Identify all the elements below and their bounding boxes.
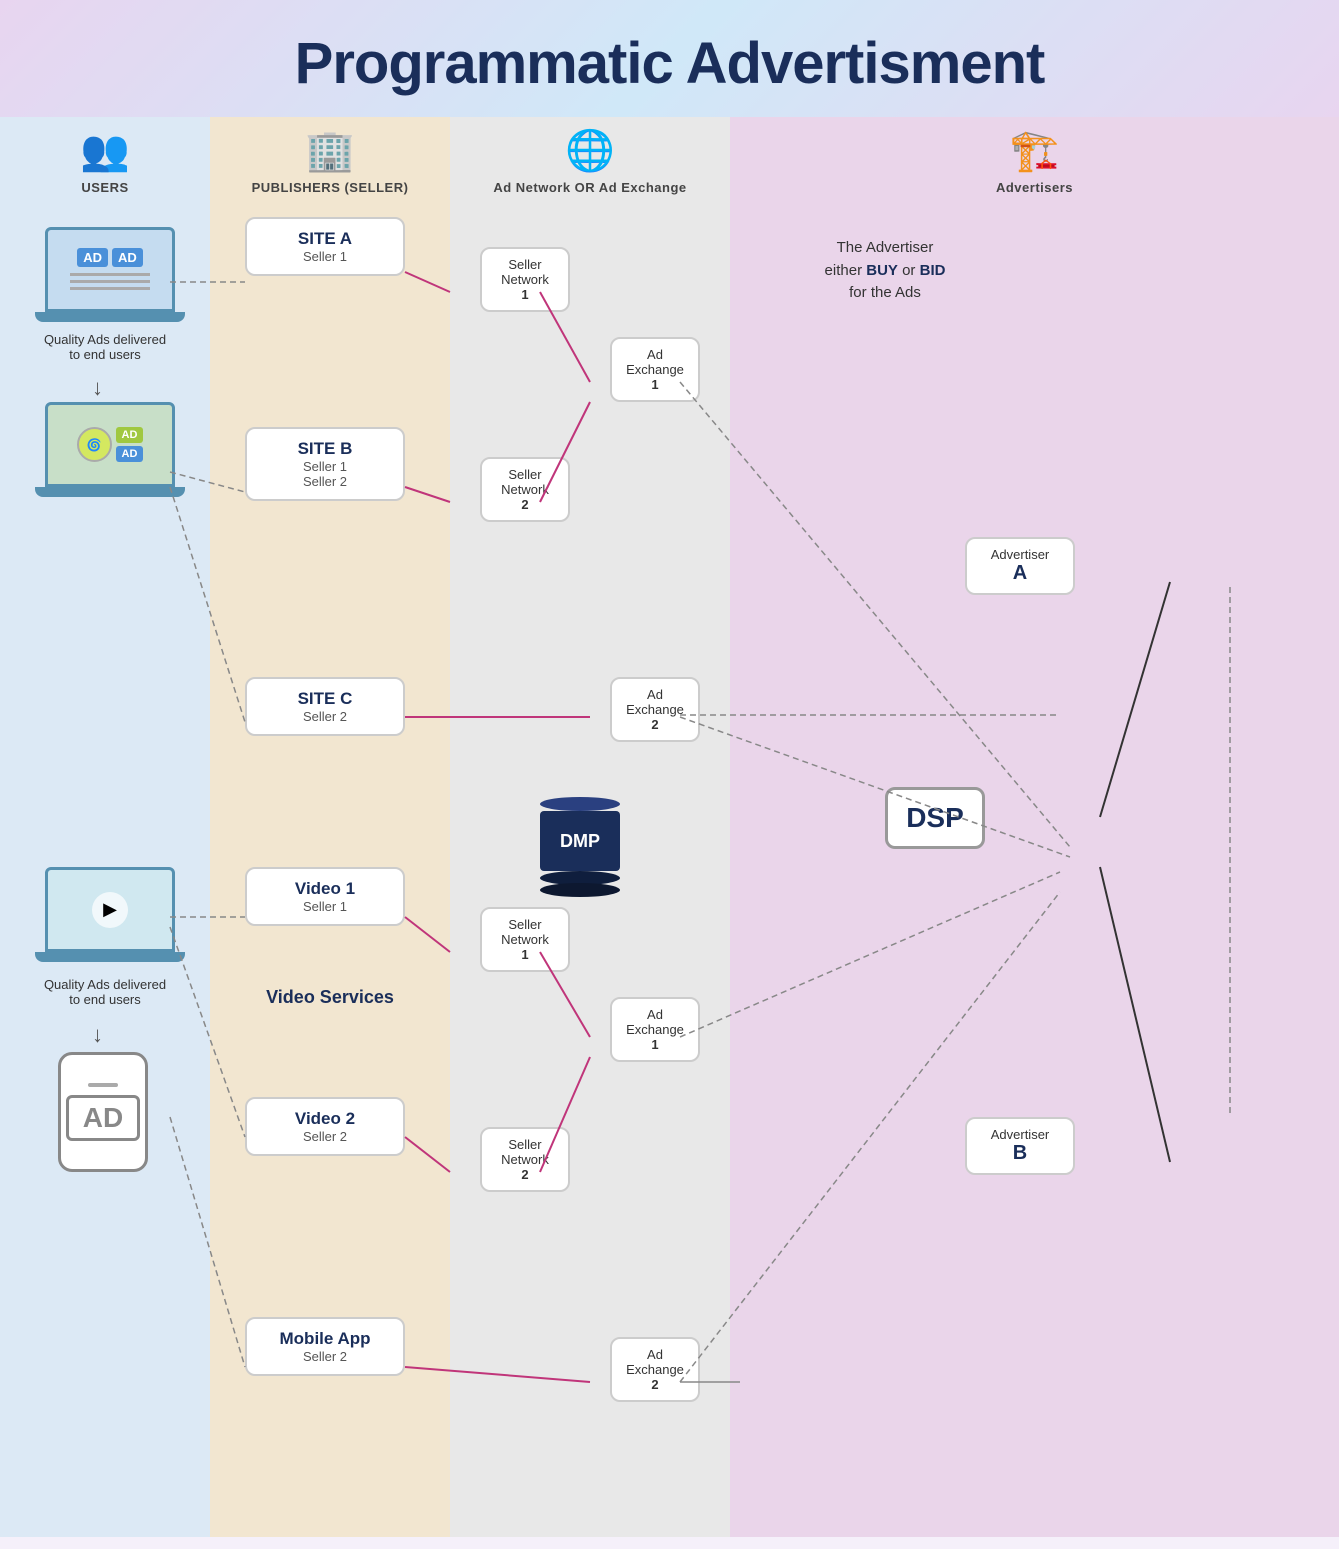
phone-device: AD [58, 1052, 148, 1172]
dsp-box: DSP [885, 787, 985, 849]
dmp-container: DMP [540, 797, 620, 897]
seller-network-1b: SellerNetwork1 [480, 907, 570, 972]
site-a-box: SITE A Seller 1 [245, 217, 405, 276]
ad-exchange-1a: AdExchange1 [610, 337, 700, 402]
advertiser-a-box: AdvertiserA [965, 537, 1075, 595]
laptop-device-1: AD AD [35, 227, 185, 322]
video1-box: Video 1 Seller 1 [245, 867, 405, 926]
page-title: Programmatic Advertisment [20, 30, 1319, 97]
seller-network-2b: SellerNetwork2 [480, 1127, 570, 1192]
ad-exchange-2b: AdExchange2 [610, 1337, 700, 1402]
users-icon: 👥 [80, 127, 130, 174]
col-users: 👥 USERS AD AD Quality Ads deliveredto [0, 117, 210, 1537]
video-services-label: Video Services [220, 987, 440, 1008]
quality-ads-label-1: Quality Ads deliveredto end users [5, 332, 205, 362]
site-c-box: SITE C Seller 2 [245, 677, 405, 736]
advertiser-b-box: AdvertiserB [965, 1117, 1075, 1175]
site-b-box: SITE B Seller 1Seller 2 [245, 427, 405, 501]
publishers-label: PUBLISHERS (SELLER) [252, 180, 409, 195]
network-label: Ad Network OR Ad Exchange [493, 180, 686, 195]
ad-exchange-2a: AdExchange2 [610, 677, 700, 742]
publishers-icon: 🏢 [305, 127, 355, 174]
mobile-app-box: Mobile App Seller 2 [245, 1317, 405, 1376]
users-label: USERS [81, 180, 128, 195]
ad-exchange-1b: AdExchange1 [610, 997, 700, 1062]
advertisers-icon: 🏗️ [1010, 127, 1060, 174]
col-publishers: 🏢 PUBLISHERS (SELLER) SITE A Seller 1 SI… [210, 117, 450, 1537]
col-network: 🌐 Ad Network OR Ad Exchange SellerNetwor… [450, 117, 730, 1537]
advertiser-note: The Advertisereither BUY or BIDfor the A… [750, 237, 1020, 305]
quality-ads-label-2: Quality Ads deliveredto end users [5, 977, 205, 1007]
arrow-down-1: ↓ [92, 375, 103, 401]
video2-box: Video 2 Seller 2 [245, 1097, 405, 1156]
header: Programmatic Advertisment [0, 0, 1339, 117]
seller-network-2a: SellerNetwork2 [480, 457, 570, 522]
network-icon: 🌐 [565, 127, 615, 174]
arrow-down-2: ↓ [92, 1022, 103, 1048]
advertisers-label: Advertisers [996, 180, 1073, 195]
laptop-device-3: ▶ [35, 867, 185, 962]
col-advertisers: 🏗️ Advertisers The Advertisereither BUY … [730, 117, 1339, 1537]
seller-network-1a: SellerNetwork1 [480, 247, 570, 312]
diagram: 👥 USERS AD AD Quality Ads deliveredto [0, 117, 1339, 1537]
laptop-device-2: 🌀 AD AD [35, 402, 185, 497]
